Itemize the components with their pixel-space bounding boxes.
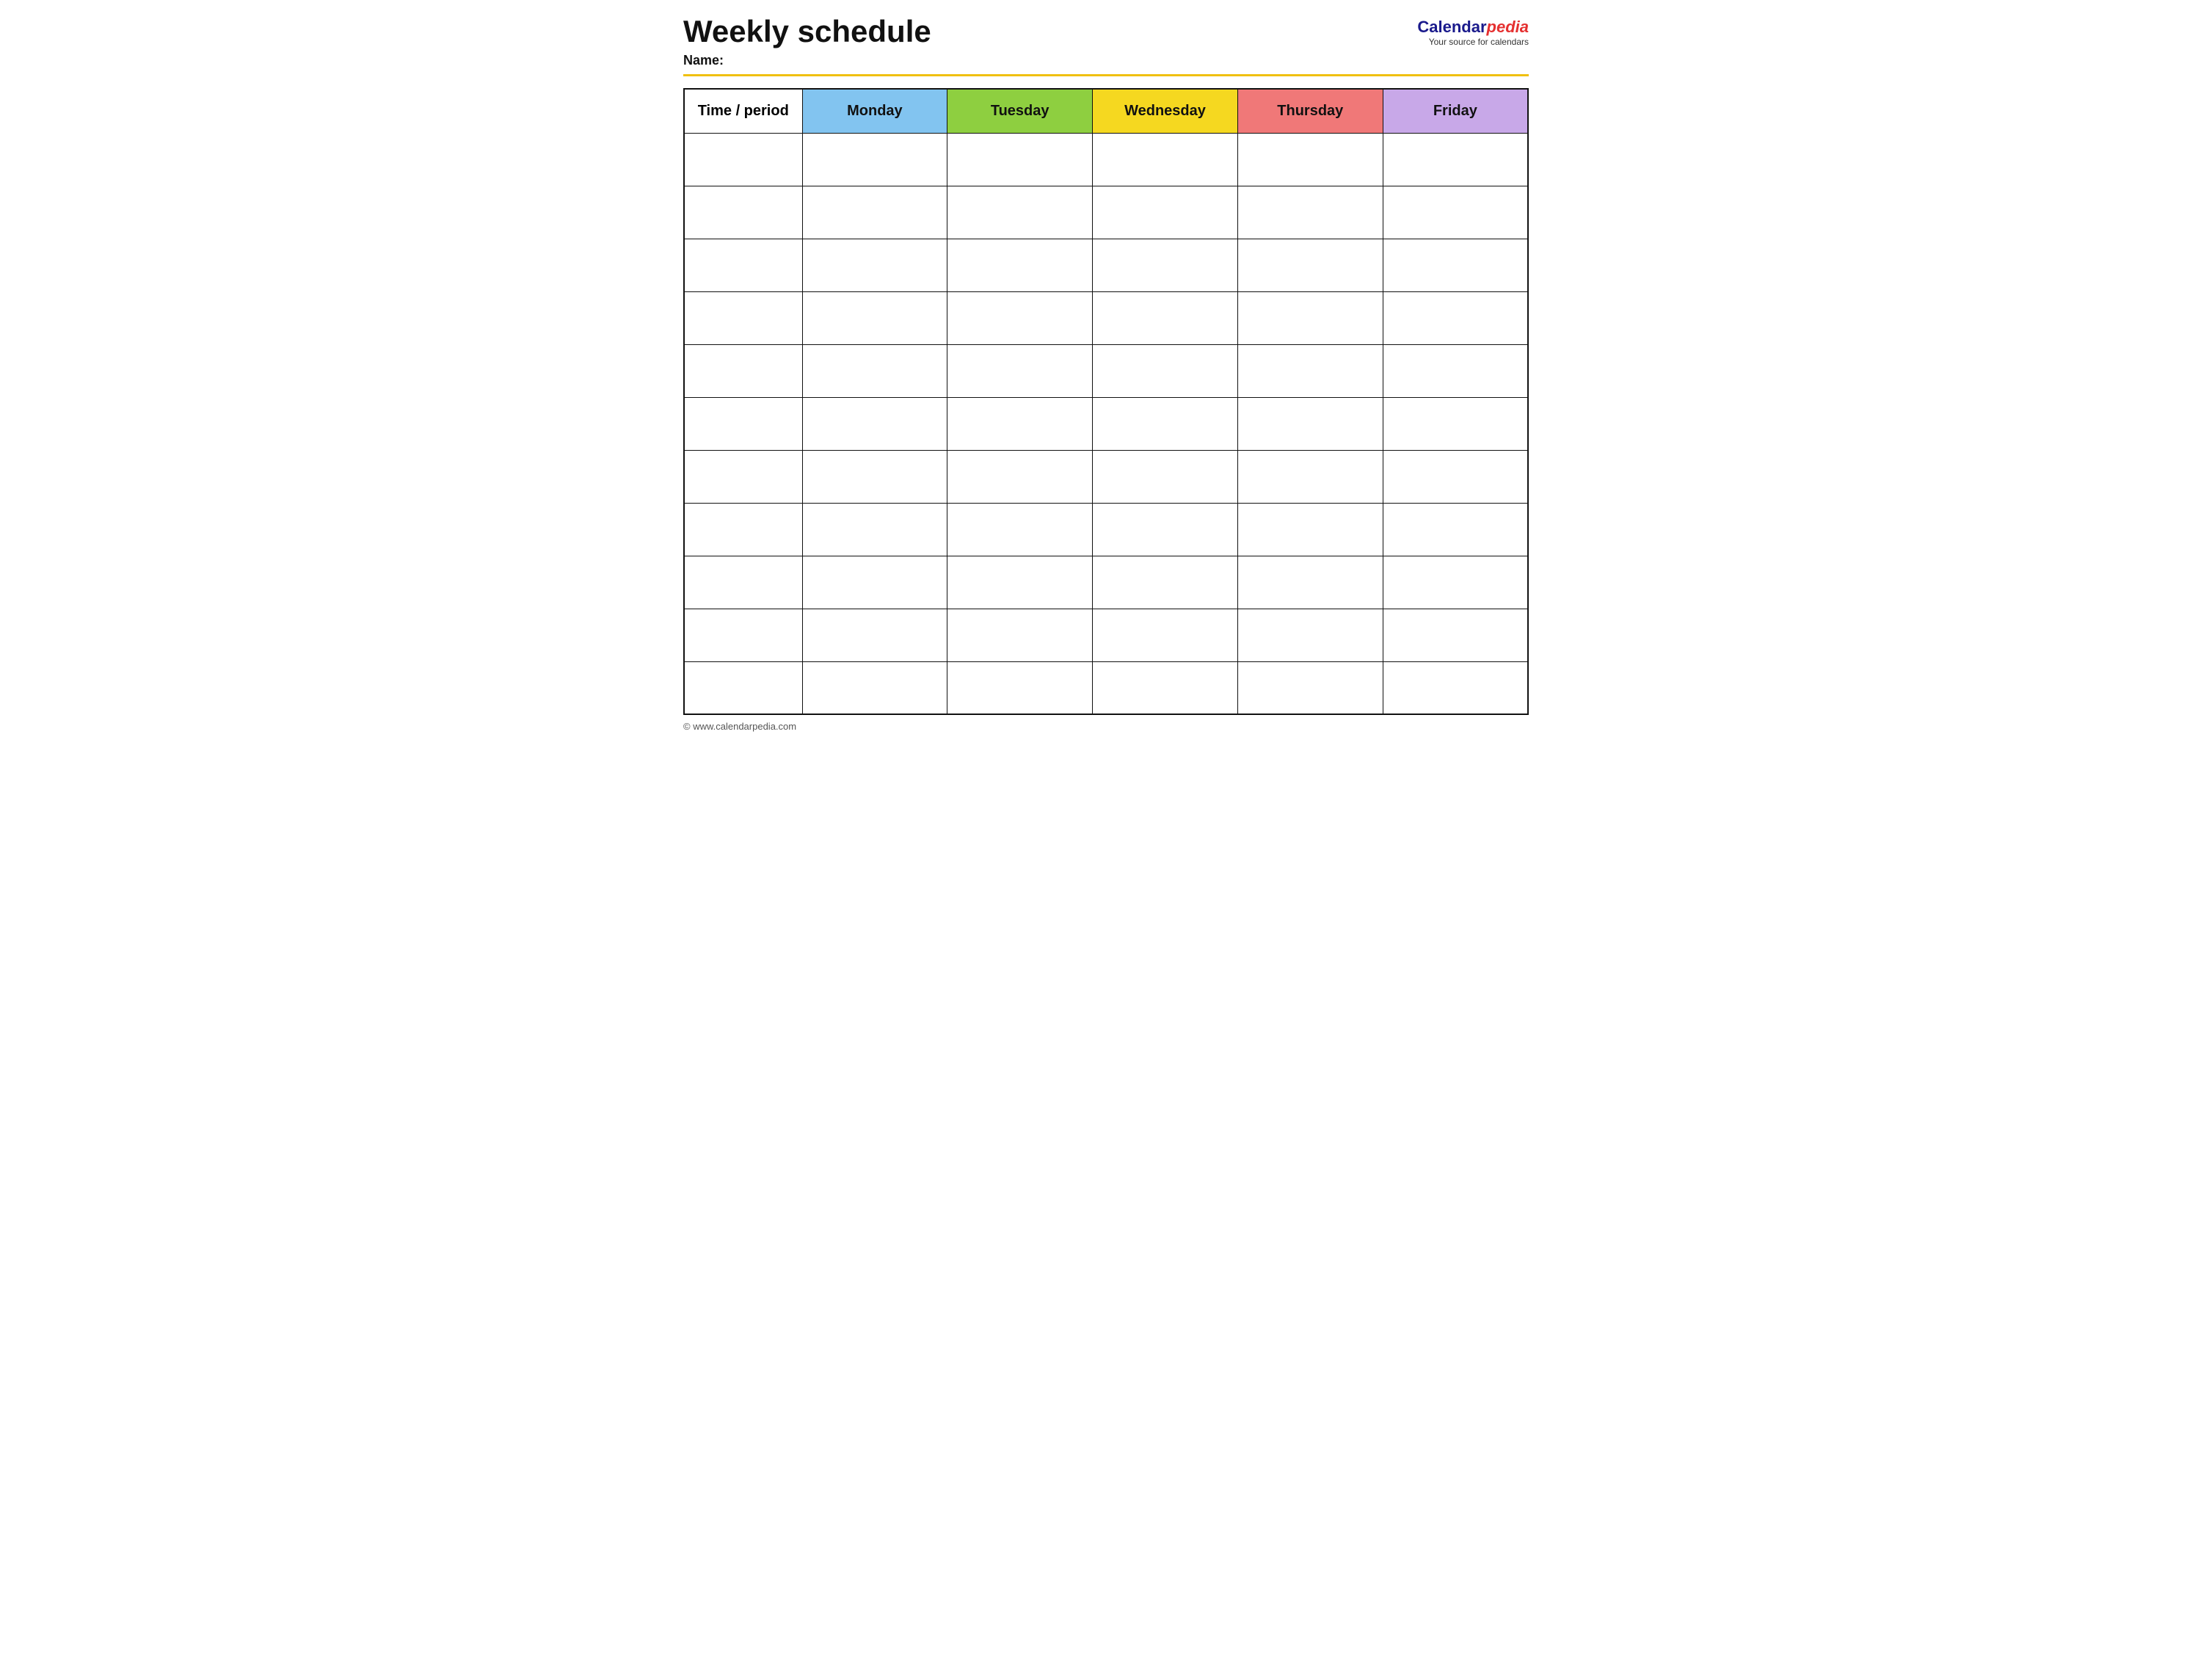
table-cell[interactable] (684, 503, 802, 556)
table-cell[interactable] (684, 133, 802, 186)
table-cell[interactable] (947, 556, 1093, 609)
col-tuesday: Tuesday (947, 89, 1093, 133)
table-cell[interactable] (1383, 239, 1528, 291)
table-cell[interactable] (684, 609, 802, 661)
table-header-row: Time / period Monday Tuesday Wednesday T… (684, 89, 1528, 133)
table-row (684, 291, 1528, 344)
col-time: Time / period (684, 89, 802, 133)
table-cell[interactable] (802, 291, 947, 344)
table-cell[interactable] (947, 239, 1093, 291)
page-container: Weekly schedule Name: Calendarpedia Your… (666, 0, 1546, 747)
table-row (684, 503, 1528, 556)
table-row (684, 661, 1528, 714)
table-cell[interactable] (1237, 556, 1383, 609)
table-cell[interactable] (802, 239, 947, 291)
table-cell[interactable] (1093, 397, 1238, 450)
logo-text: Calendarpedia (1417, 18, 1529, 37)
table-cell[interactable] (802, 344, 947, 397)
table-cell[interactable] (684, 556, 802, 609)
table-cell[interactable] (1237, 661, 1383, 714)
table-cell[interactable] (947, 661, 1093, 714)
table-cell[interactable] (947, 397, 1093, 450)
table-cell[interactable] (1093, 503, 1238, 556)
table-cell[interactable] (802, 133, 947, 186)
table-cell[interactable] (684, 397, 802, 450)
table-cell[interactable] (1093, 556, 1238, 609)
table-cell[interactable] (1383, 291, 1528, 344)
table-cell[interactable] (947, 186, 1093, 239)
table-cell[interactable] (947, 133, 1093, 186)
table-cell[interactable] (947, 503, 1093, 556)
table-cell[interactable] (1237, 450, 1383, 503)
table-row (684, 450, 1528, 503)
table-row (684, 397, 1528, 450)
col-friday: Friday (1383, 89, 1528, 133)
page-title: Weekly schedule (683, 15, 931, 48)
table-cell[interactable] (1093, 291, 1238, 344)
logo-section: Calendarpedia Your source for calendars (1417, 18, 1529, 47)
table-cell[interactable] (684, 450, 802, 503)
table-cell[interactable] (1093, 450, 1238, 503)
table-cell[interactable] (1237, 291, 1383, 344)
logo-subtitle: Your source for calendars (1417, 37, 1529, 47)
table-cell[interactable] (1383, 609, 1528, 661)
logo-calendar: Calendar (1417, 18, 1486, 36)
table-cell[interactable] (947, 291, 1093, 344)
table-cell[interactable] (684, 291, 802, 344)
table-row (684, 609, 1528, 661)
table-cell[interactable] (1237, 344, 1383, 397)
table-cell[interactable] (1383, 503, 1528, 556)
table-cell[interactable] (1383, 133, 1528, 186)
table-cell[interactable] (1093, 609, 1238, 661)
table-row (684, 344, 1528, 397)
table-cell[interactable] (1383, 556, 1528, 609)
name-label: Name: (683, 53, 931, 68)
table-cell[interactable] (684, 344, 802, 397)
schedule-body (684, 133, 1528, 714)
table-cell[interactable] (802, 609, 947, 661)
table-cell[interactable] (1093, 661, 1238, 714)
table-cell[interactable] (802, 186, 947, 239)
table-cell[interactable] (1383, 450, 1528, 503)
table-cell[interactable] (802, 556, 947, 609)
table-cell[interactable] (947, 344, 1093, 397)
table-cell[interactable] (947, 450, 1093, 503)
table-row (684, 133, 1528, 186)
table-cell[interactable] (1237, 397, 1383, 450)
table-cell[interactable] (1383, 661, 1528, 714)
table-cell[interactable] (802, 503, 947, 556)
col-thursday: Thursday (1237, 89, 1383, 133)
table-cell[interactable] (1093, 186, 1238, 239)
footer: © www.calendarpedia.com (683, 721, 1529, 732)
table-cell[interactable] (1237, 133, 1383, 186)
table-cell[interactable] (1093, 133, 1238, 186)
table-cell[interactable] (1093, 344, 1238, 397)
title-section: Weekly schedule Name: (683, 15, 931, 68)
schedule-table: Time / period Monday Tuesday Wednesday T… (683, 88, 1529, 715)
table-cell[interactable] (1237, 503, 1383, 556)
table-cell[interactable] (1237, 186, 1383, 239)
table-row (684, 239, 1528, 291)
logo-pedia: pedia (1487, 18, 1529, 36)
table-cell[interactable] (1237, 239, 1383, 291)
table-row (684, 186, 1528, 239)
table-cell[interactable] (684, 661, 802, 714)
table-row (684, 556, 1528, 609)
table-cell[interactable] (1383, 344, 1528, 397)
table-cell[interactable] (947, 609, 1093, 661)
table-cell[interactable] (1383, 397, 1528, 450)
table-cell[interactable] (802, 450, 947, 503)
table-cell[interactable] (802, 397, 947, 450)
table-cell[interactable] (802, 661, 947, 714)
col-wednesday: Wednesday (1093, 89, 1238, 133)
table-cell[interactable] (1383, 186, 1528, 239)
table-cell[interactable] (1237, 609, 1383, 661)
table-cell[interactable] (1093, 239, 1238, 291)
page-header: Weekly schedule Name: Calendarpedia Your… (683, 15, 1529, 76)
footer-url: © www.calendarpedia.com (683, 721, 796, 732)
table-cell[interactable] (684, 239, 802, 291)
table-cell[interactable] (684, 186, 802, 239)
col-monday: Monday (802, 89, 947, 133)
